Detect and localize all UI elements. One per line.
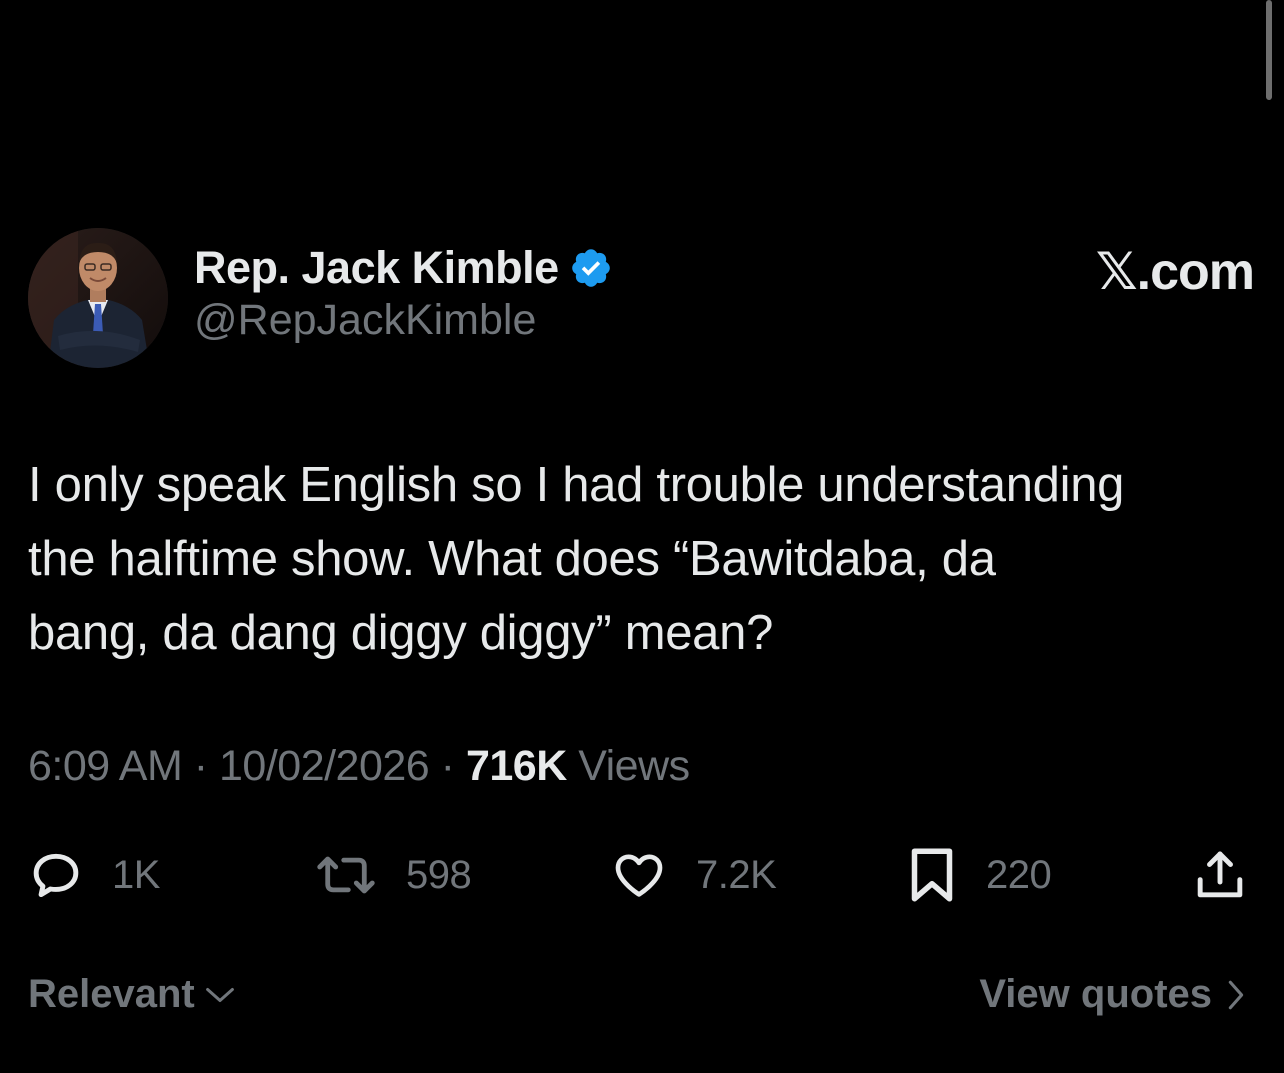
reply-icon: [33, 853, 79, 898]
bookmark-button[interactable]: 220: [906, 840, 1052, 910]
reply-count: 1K: [112, 852, 160, 897]
repost-button[interactable]: 598: [314, 840, 472, 910]
views-label: Views: [578, 742, 690, 790]
tweet-meta: 6:09 AM · 10/02/2026 · 716K Views: [28, 742, 690, 791]
tweet-text: I only speak English so I had trouble un…: [28, 448, 1264, 670]
replies-footer: Relevant View quotes: [28, 972, 1246, 1032]
bookmark-icon: [911, 848, 953, 902]
share-icon: [1197, 851, 1243, 898]
user-handle[interactable]: @RepJackKimble: [194, 296, 613, 345]
tweet-time[interactable]: 6:09 AM: [28, 742, 183, 790]
tweet-text-line: the halftime show. What does “Bawitdaba,…: [28, 532, 996, 586]
brand-watermark: 𝕏.com: [1095, 243, 1255, 301]
avatar-image: [28, 228, 168, 368]
chevron-right-icon: [1228, 980, 1244, 1009]
heart-icon: [615, 854, 663, 897]
user-info[interactable]: Rep. Jack Kimble @RepJackKimble: [194, 240, 613, 345]
view-quotes-label: View quotes: [979, 972, 1212, 1016]
tweet-header: Rep. Jack Kimble @RepJackKimble 𝕏.com: [28, 228, 1256, 368]
avatar[interactable]: [28, 228, 168, 368]
scroll-indicator[interactable]: [1266, 0, 1272, 100]
meta-separator: ·: [193, 742, 219, 790]
repost-count: 598: [406, 852, 472, 897]
like-button[interactable]: 7.2K: [610, 840, 777, 910]
action-bar: 1K 598 7.2K 220: [28, 840, 1248, 910]
display-name-row: Rep. Jack Kimble: [194, 240, 613, 296]
display-name[interactable]: Rep. Jack Kimble: [194, 242, 559, 294]
view-quotes-link[interactable]: View quotes: [979, 972, 1246, 1017]
bookmark-count: 220: [986, 852, 1052, 897]
share-button[interactable]: [1192, 840, 1248, 910]
reply-button[interactable]: 1K: [28, 840, 160, 910]
tweet-text-line: bang, da dang diggy diggy” mean?: [28, 606, 774, 660]
views-count[interactable]: 716K: [466, 742, 567, 790]
sort-replies-dropdown[interactable]: Relevant: [28, 972, 237, 1017]
sort-label: Relevant: [28, 972, 195, 1016]
like-count: 7.2K: [696, 852, 777, 897]
tweet-date[interactable]: 10/02/2026: [219, 742, 430, 790]
verified-badge-icon[interactable]: [569, 246, 613, 290]
repost-icon: [317, 856, 375, 894]
meta-separator: ·: [440, 742, 466, 790]
chevron-down-icon: [205, 987, 234, 1002]
tweet-text-line: I only speak English so I had trouble un…: [28, 458, 1125, 512]
